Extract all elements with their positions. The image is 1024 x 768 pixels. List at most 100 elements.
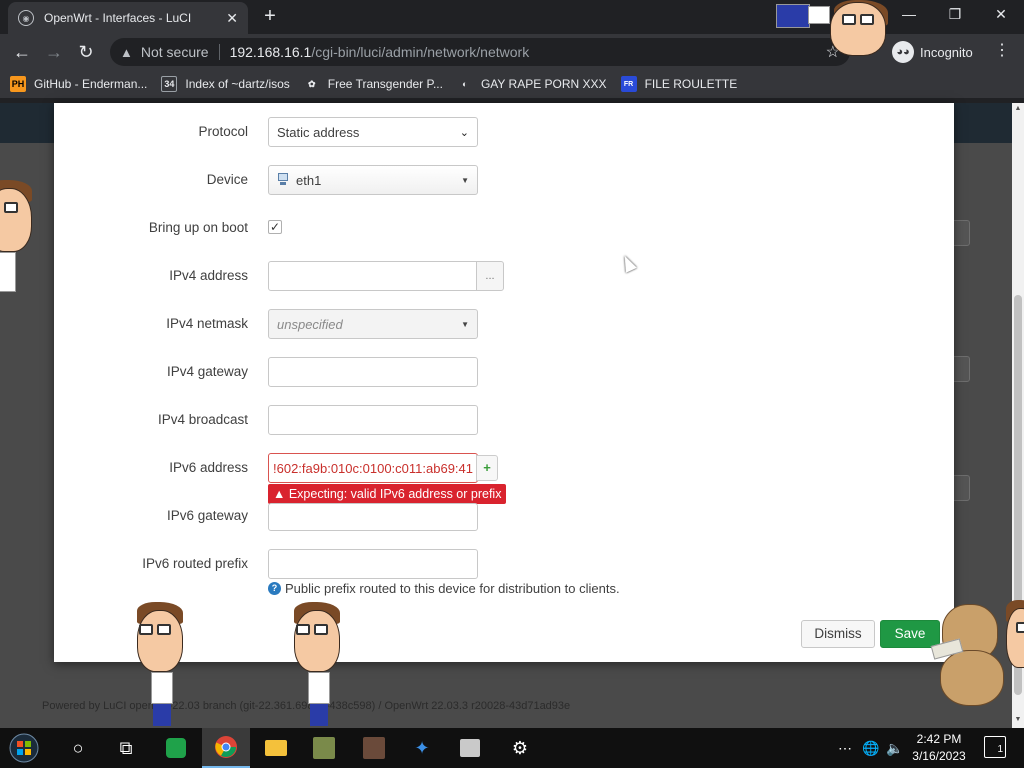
address-bar[interactable]: ▲ Not secure 192.168.16.1/cgi-bin/luci/a…: [110, 38, 850, 66]
protocol-label: Protocol: [198, 124, 248, 139]
chrome-icon: [215, 736, 237, 758]
dismiss-button[interactable]: Dismiss: [801, 620, 875, 648]
scroll-up-icon[interactable]: ▲: [1012, 103, 1024, 115]
add-ipv6-address-button[interactable]: +: [476, 455, 498, 481]
ipv6-prefix-hint: ? Public prefix routed to this device fo…: [268, 581, 620, 596]
incognito-icon: ◕◕: [892, 41, 914, 63]
bookmark-item[interactable]: FR FILE ROULETTE: [620, 76, 738, 92]
device-row: Device eth1 ▼: [54, 165, 954, 195]
ipv6-address-row: IPv6 address !602:fa9b:010c:0100:c011:ab…: [54, 453, 954, 483]
device-value: eth1: [296, 172, 322, 188]
bookmark-item[interactable]: 34 Index of ~dartz/isos: [161, 76, 290, 92]
bookmark-label: GAY RAPE PORN XXX: [480, 77, 607, 91]
scroll-down-icon[interactable]: ▼: [1012, 714, 1024, 726]
cartoon-character: [772, 0, 892, 60]
protocol-select[interactable]: Static address ⌄: [268, 117, 478, 147]
volume-icon[interactable]: 🔈: [886, 728, 903, 768]
ipv4-address-more-button[interactable]: ...: [476, 261, 504, 291]
network-globe-icon[interactable]: 🌐: [862, 728, 879, 768]
protocol-value: Static address: [277, 124, 360, 140]
device-dropdown[interactable]: eth1 ▼: [268, 165, 478, 195]
ipv4-netmask-row: IPv4 netmask unspecified ▼: [54, 309, 954, 339]
forward-arrow-icon[interactable]: →: [42, 40, 66, 64]
chrome-taskbar-icon[interactable]: [202, 728, 250, 768]
bookmark-favicon-icon: PH: [10, 76, 26, 92]
bookmark-item[interactable]: PH GitHub - Enderman...: [10, 76, 147, 92]
close-window-button[interactable]: ✕: [978, 0, 1024, 30]
clock-time: 2:42 PM: [916, 732, 962, 746]
tab-close-icon[interactable]: ✕: [226, 10, 238, 27]
bookmark-item[interactable]: ◐ GAY RAPE PORN XXX: [457, 76, 607, 92]
ipv4-netmask-value: unspecified: [277, 316, 343, 332]
help-question-icon: ?: [268, 582, 281, 595]
notification-center-icon[interactable]: 1: [984, 736, 1006, 758]
settings-gear-icon[interactable]: ⚙: [496, 728, 544, 768]
maximize-button[interactable]: ❐: [932, 0, 978, 30]
start-button[interactable]: [0, 728, 48, 768]
dropdown-caret-icon: ▼: [461, 175, 469, 185]
back-arrow-icon[interactable]: ←: [10, 40, 34, 64]
not-secure-label: Not secure: [140, 44, 209, 60]
bookmark-label: Index of ~dartz/isos: [185, 77, 290, 91]
new-tab-button[interactable]: +: [258, 4, 282, 28]
bookmarks-bar: PH GitHub - Enderman... 34 Index of ~dar…: [0, 70, 1024, 98]
bookmark-favicon-icon: ✿: [308, 78, 316, 89]
cartoon-character: [135, 602, 187, 728]
omnibox-divider: [218, 44, 220, 60]
minimize-button[interactable]: —: [886, 0, 932, 30]
ipv6-address-input[interactable]: !602:fa9b:010c:0100:c011:ab69:41: [268, 453, 478, 483]
game-app-icon[interactable]: [300, 728, 348, 768]
windows-logo-icon: [9, 733, 39, 763]
reload-icon[interactable]: ↻: [74, 40, 98, 64]
ipv4-address-row: IPv4 address ...: [54, 261, 954, 291]
clock-date: 3/16/2023: [912, 749, 966, 763]
ipv4-gateway-label: IPv4 gateway: [166, 364, 248, 379]
tab-title: OpenWrt - Interfaces - LuCI: [44, 11, 192, 25]
ipv6-gateway-label: IPv6 gateway: [166, 508, 248, 523]
interface-edit-dialog: Protocol Static address ⌄ Device eth1 ▼ …: [54, 103, 954, 662]
browser-menu-icon[interactable]: ⋮: [994, 40, 1010, 60]
globe-icon: ◐: [462, 79, 468, 89]
ipv4-broadcast-label: IPv4 broadcast: [157, 412, 248, 427]
ipv6-prefix-input[interactable]: [268, 549, 478, 579]
bookmark-label: FILE ROULETTE: [644, 77, 738, 91]
show-hidden-icons[interactable]: ⋯: [838, 728, 852, 768]
hamster-sticker: [930, 600, 1010, 710]
network-app-icon[interactable]: ✦: [398, 728, 446, 768]
url-path: /cgi-bin/luci/admin/network/network: [311, 44, 530, 60]
ipv4-address-label: IPv4 address: [169, 268, 248, 283]
bookmark-favicon-icon: FR: [620, 76, 637, 92]
dropdown-caret-icon: ▼: [461, 319, 469, 329]
file-explorer-icon[interactable]: [252, 728, 300, 768]
notes-app-icon[interactable]: [152, 728, 200, 768]
ipv6-prefix-row: IPv6 routed prefix: [54, 549, 954, 579]
warning-triangle-icon: ▲: [120, 44, 133, 60]
ipv4-broadcast-row: IPv4 broadcast: [54, 405, 954, 435]
device-label: Device: [206, 172, 248, 187]
bring-up-checkbox[interactable]: ✓: [268, 220, 282, 234]
incognito-label: Incognito: [920, 44, 973, 60]
bring-up-row: Bring up on boot ✓: [54, 213, 954, 243]
ethernet-port-icon: [277, 173, 291, 187]
ipv6-gateway-input[interactable]: [268, 503, 478, 531]
ipv4-gateway-input[interactable]: [268, 357, 478, 387]
ipv4-broadcast-input[interactable]: [268, 405, 478, 435]
windows-taskbar: ○ ⧉ ✦ ⚙ ⋯ 🌐 🔈 2:42 PM 3/16/2023 1: [0, 728, 1024, 768]
bookmark-favicon-icon: 34: [161, 76, 178, 92]
app-icon[interactable]: [350, 728, 398, 768]
incognito-indicator[interactable]: ◕◕ Incognito: [892, 40, 973, 64]
url-host: 192.168.16.1: [229, 44, 312, 60]
virtual-machine-icon[interactable]: [446, 728, 494, 768]
task-view-icon[interactable]: ⧉: [102, 728, 150, 768]
chevron-down-icon: ⌄: [459, 126, 469, 139]
bookmark-item[interactable]: ✿ Free Transgender P...: [304, 76, 443, 92]
openwrt-favicon-icon: ◉: [18, 10, 34, 26]
taskbar-clock[interactable]: 2:42 PM 3/16/2023: [904, 731, 974, 765]
search-icon[interactable]: ○: [54, 728, 102, 768]
protocol-row: Protocol Static address ⌄: [54, 117, 954, 147]
cartoon-character: [1004, 600, 1024, 710]
ipv4-address-input[interactable]: [268, 261, 478, 291]
browser-tab-active[interactable]: ◉ OpenWrt - Interfaces - LuCI ✕: [8, 2, 248, 34]
cartoon-character: [0, 180, 36, 295]
ipv4-netmask-dropdown[interactable]: unspecified ▼: [268, 309, 478, 339]
